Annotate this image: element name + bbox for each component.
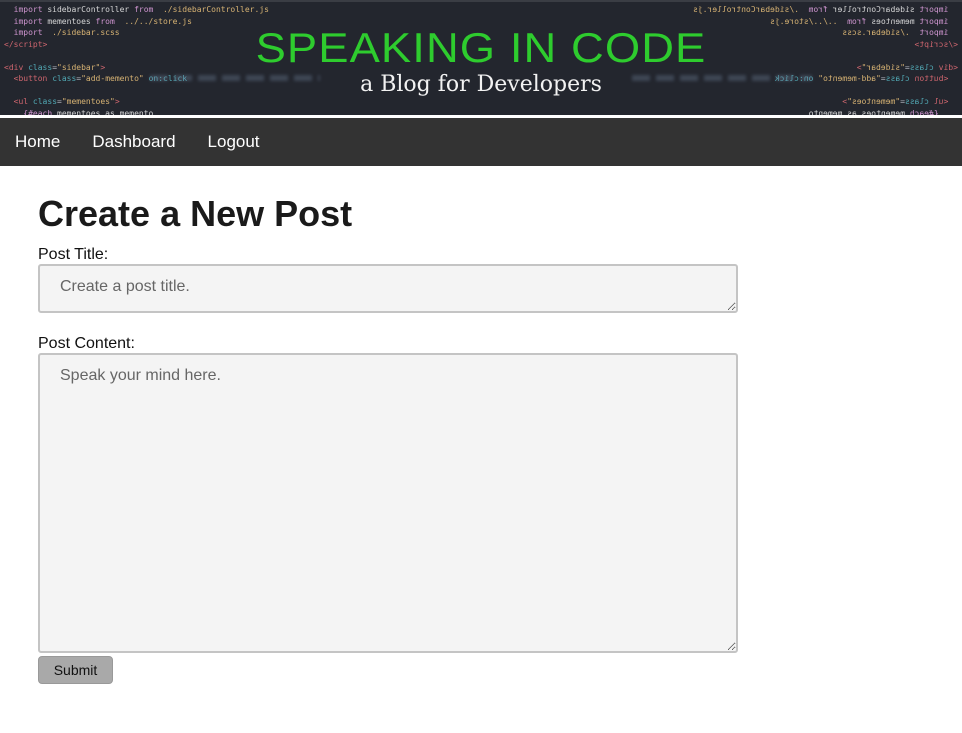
page-title: Create a New Post [38, 193, 353, 234]
site-subtitle: a Blog for Developers [360, 72, 602, 97]
post-content-input[interactable] [38, 353, 738, 653]
new-post-form: Post Title: Post Content: Submit [38, 246, 962, 684]
nav-link-home[interactable]: Home [15, 132, 60, 152]
site-banner: import sidebarController from ./sidebarC… [0, 0, 962, 115]
main-navbar: Home Dashboard Logout [0, 118, 962, 166]
new-post-section: Create a New Post Post Title: Post Conte… [0, 166, 962, 684]
site-title: SPEAKING IN CODE [255, 24, 707, 71]
post-content-label: Post Content: [38, 335, 135, 352]
nav-link-dashboard[interactable]: Dashboard [92, 132, 175, 152]
submit-button[interactable]: Submit [38, 656, 113, 684]
post-title-input[interactable] [38, 264, 738, 313]
nav-link-logout[interactable]: Logout [208, 132, 260, 152]
post-title-label: Post Title: [38, 246, 109, 263]
